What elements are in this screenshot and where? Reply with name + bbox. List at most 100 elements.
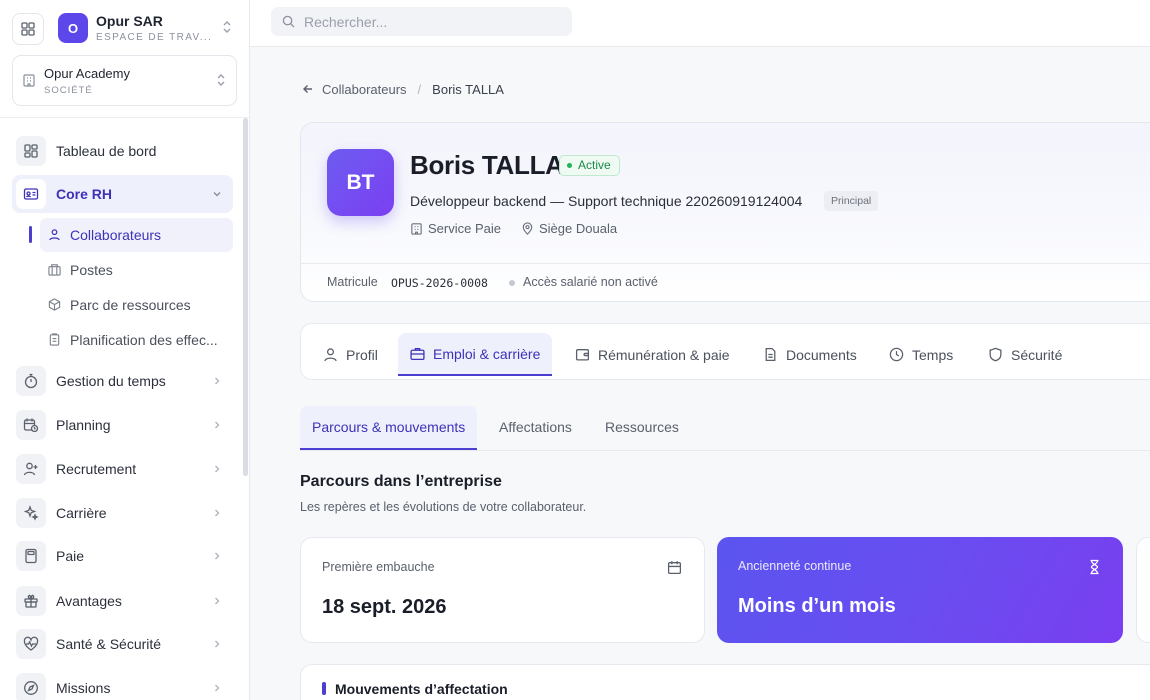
- sidebar-item-label: Santé & Sécurité: [56, 636, 162, 652]
- shield-icon: [988, 347, 1003, 362]
- stat-value: 18 sept. 2026: [322, 596, 447, 618]
- clipboard-icon: [49, 333, 60, 346]
- stat-label: Ancienneté continue: [738, 559, 852, 573]
- tab-remuneration-paie[interactable]: Rémunération & paie: [563, 333, 742, 376]
- profile-header-card: BT Boris TALLA Active Développeur backen…: [300, 122, 1150, 302]
- tab-documents[interactable]: Documents: [751, 333, 869, 376]
- profile-tabs: Profil Emploi & carrière Rémunération & …: [300, 323, 1150, 380]
- sidebar-item-missions[interactable]: Missions: [12, 669, 233, 700]
- tab-label: Documents: [786, 346, 857, 363]
- building-icon: [48, 264, 61, 276]
- user-icon: [49, 229, 60, 241]
- chevron-up-down-icon: [223, 21, 231, 33]
- sidebar-item-planning[interactable]: Planning: [12, 406, 233, 444]
- chevron-right-icon: [215, 465, 220, 473]
- sidebar-item-recrutement[interactable]: Recrutement: [12, 450, 233, 488]
- tab-temps[interactable]: Temps: [877, 333, 965, 376]
- sub-tabs: Parcours & mouvements Affectations Resso…: [300, 406, 1150, 451]
- section-title: Parcours dans l’entreprise: [300, 473, 502, 490]
- sidebar-subitem-parc-ressources[interactable]: Parc de ressources: [40, 288, 233, 322]
- sidebar-subitem-label: Postes: [70, 262, 113, 278]
- first-hire-card: Première embauche 18 sept. 2026: [300, 537, 705, 643]
- seniority-card: Ancienneté continue Moins d’un mois: [717, 537, 1123, 643]
- company-switcher[interactable]: Opur Academy SOCIÉTÉ: [12, 55, 237, 106]
- sidebar-item-gestion-temps[interactable]: Gestion du temps: [12, 362, 233, 400]
- chevron-right-icon: [215, 421, 220, 429]
- sidebar-item-dashboard[interactable]: Tableau de bord: [12, 132, 233, 170]
- back-arrow-icon[interactable]: [302, 83, 314, 95]
- sidebar-item-label: Core RH: [56, 186, 113, 202]
- calendar-clock-icon: [16, 410, 46, 440]
- sidebar-item-paie[interactable]: Paie: [12, 537, 233, 575]
- building-icon: [411, 223, 422, 235]
- tab-emploi-carriere[interactable]: Emploi & carrière: [398, 333, 553, 376]
- grid-icon: [21, 22, 35, 36]
- apps-grid-button[interactable]: [12, 13, 44, 45]
- subtab-ressources[interactable]: Ressources: [593, 406, 691, 450]
- sidebar-subitem-collaborateurs[interactable]: Collaborateurs: [40, 218, 233, 252]
- sidebar-subitem-planification[interactable]: Planification des effec...: [40, 323, 233, 357]
- department-info: Service Paie: [410, 221, 501, 236]
- chevron-right-icon: [215, 377, 220, 385]
- sidebar-item-core-rh[interactable]: Core RH: [12, 175, 233, 213]
- company-name: Opur Academy: [44, 66, 130, 81]
- sidebar-item-avantages[interactable]: Avantages: [12, 582, 233, 620]
- map-pin-icon: [522, 222, 533, 235]
- stat-card-partial: [1136, 537, 1150, 643]
- calculator-icon: [16, 541, 46, 571]
- location-name: Siège Douala: [539, 221, 618, 236]
- briefcase-icon: [410, 346, 425, 361]
- employee-role: Développeur backend — Support technique …: [410, 193, 803, 209]
- access-status: Accès salarié non activé: [509, 275, 658, 289]
- movements-title: Mouvements d’affectation: [335, 681, 508, 697]
- package-icon: [48, 298, 61, 311]
- sidebar-item-label: Tableau de bord: [56, 143, 157, 159]
- stopwatch-icon: [16, 366, 46, 396]
- subtab-affectations[interactable]: Affectations: [487, 406, 584, 450]
- chevron-down-icon: [213, 192, 221, 197]
- matricule-label: Matricule: [327, 275, 378, 289]
- subtab-parcours-mouvements[interactable]: Parcours & mouvements: [300, 406, 478, 450]
- sidebar-item-label: Avantages: [56, 593, 122, 609]
- breadcrumb-separator: /: [417, 81, 422, 97]
- profile-divider: [301, 263, 1150, 264]
- chevron-up-down-icon: [217, 74, 225, 86]
- user-plus-icon: [16, 454, 46, 484]
- breadcrumb-parent-link[interactable]: Collaborateurs: [322, 82, 407, 97]
- sidebar-item-label: Carrière: [56, 505, 107, 521]
- workspace-name: Opur SAR: [96, 13, 163, 29]
- wallet-icon: [575, 347, 590, 362]
- gift-icon: [16, 586, 46, 616]
- tab-label: Emploi & carrière: [433, 345, 541, 362]
- sidebar-item-label: Paie: [56, 548, 85, 564]
- tab-label: Profil: [346, 346, 378, 363]
- sparkles-icon: [16, 498, 46, 528]
- top-bar: [250, 0, 1150, 47]
- sidebar-subitem-label: Parc de ressources: [70, 297, 191, 313]
- sidebar-scrollbar[interactable]: [243, 118, 248, 476]
- search-input[interactable]: [304, 11, 564, 32]
- tab-label: Temps: [912, 346, 954, 363]
- sidebar-subitem-label: Planification des effec...: [70, 332, 218, 348]
- chevron-right-icon: [215, 552, 220, 560]
- avatar: BT: [327, 149, 394, 216]
- sidebar-subitem-postes[interactable]: Postes: [40, 253, 233, 287]
- workspace-switcher[interactable]: O Opur SAR ESPACE DE TRAV...: [12, 8, 238, 48]
- file-icon: [763, 347, 778, 362]
- tab-profil[interactable]: Profil: [311, 333, 390, 376]
- dashboard-icon: [16, 136, 46, 166]
- location-info: Siège Douala: [521, 221, 617, 236]
- compass-icon: [16, 673, 46, 700]
- search-icon: [282, 15, 295, 28]
- chevron-right-icon: [215, 597, 220, 605]
- user-icon: [323, 347, 338, 362]
- chevron-right-icon: [215, 640, 220, 648]
- sidebar-item-label: Planning: [56, 417, 111, 433]
- search-box[interactable]: [271, 7, 572, 36]
- sidebar-item-sante-securite[interactable]: Santé & Sécurité: [12, 625, 233, 663]
- chevron-right-icon: [215, 509, 220, 517]
- sidebar-item-label: Recrutement: [56, 461, 137, 477]
- tab-securite[interactable]: Sécurité: [976, 333, 1074, 376]
- sidebar-item-carriere[interactable]: Carrière: [12, 494, 233, 532]
- sidebar-item-label: Gestion du temps: [56, 373, 166, 389]
